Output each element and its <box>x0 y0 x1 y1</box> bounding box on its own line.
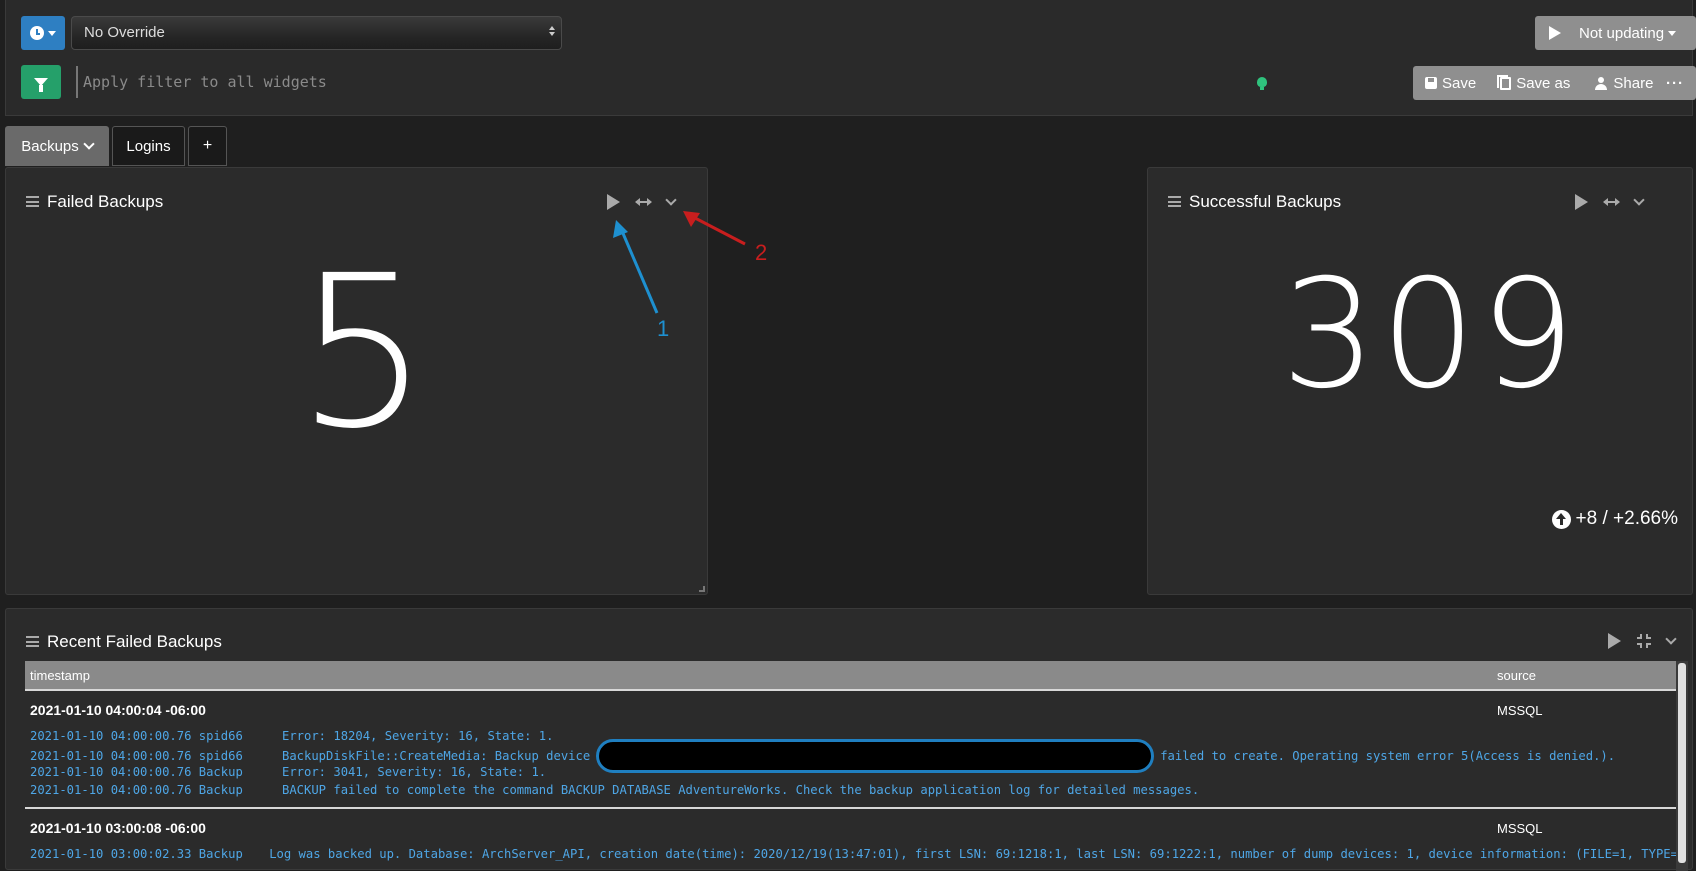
column-header-timestamp[interactable]: timestamp <box>30 668 90 683</box>
filter-placeholder: Apply filter to all widgets <box>83 73 327 91</box>
tab-label: Logins <box>126 137 171 155</box>
play-icon[interactable] <box>1575 194 1588 210</box>
widget-title: Successful Backups <box>1189 192 1342 211</box>
save-label: Save <box>1442 74 1477 92</box>
log-line-message: Log was backed up. Database: ArchServer_… <box>269 847 1678 861</box>
log-line: 2021-01-10 04:00:00.76 Backup BACKUP fai… <box>25 783 1678 801</box>
time-override-select[interactable]: No Override <box>71 16 562 50</box>
add-user-icon <box>1594 76 1608 90</box>
select-arrows-icon <box>549 26 555 36</box>
log-line: 2021-01-10 04:00:00.76 spid66 BackupDisk… <box>25 739 1678 773</box>
metric-value: 5 <box>296 230 430 475</box>
table-row[interactable]: 2021-01-10 03:00:08 -06:00 MSSQL 2021-01… <box>25 809 1678 865</box>
widget-title: Recent Failed Backups <box>47 632 222 651</box>
arrow-2-label: 2 <box>755 240 768 265</box>
save-button[interactable]: Save <box>1413 66 1488 100</box>
top-toolbar: No Override Not updating Apply filter to… <box>5 0 1696 116</box>
log-line-message: Error: 3041, Severity: 16, State: 1. <box>282 765 547 779</box>
row-source: MSSQL <box>1497 703 1543 718</box>
row-timestamp: 2021-01-10 04:00:04 -06:00 <box>30 702 206 718</box>
play-icon[interactable] <box>607 194 620 210</box>
widget-tools <box>607 193 677 210</box>
log-line-time: 2021-01-10 04:00:00.76 spid66 <box>30 749 243 763</box>
arrow-1-label: 1 <box>657 316 670 341</box>
clock-icon <box>30 26 44 40</box>
log-line-message: Error: 18204, Severity: 16, State: 1. <box>282 729 554 743</box>
add-tab-button[interactable]: + <box>188 126 227 166</box>
widget-recent-failed-backups: Recent Failed Backups timestamp source 2… <box>5 608 1693 871</box>
row-timestamp: 2021-01-10 03:00:08 -06:00 <box>30 820 206 836</box>
save-as-label: Save as <box>1516 74 1571 92</box>
log-line-time: 2021-01-10 03:00:02.33 Backup <box>30 847 243 861</box>
lightbulb-icon[interactable] <box>1257 77 1267 90</box>
tab-logins[interactable]: Logins <box>112 126 185 166</box>
caret-down-icon <box>1668 30 1677 36</box>
widget-failed-backups: Failed Backups 5 <box>5 167 708 595</box>
expand-horizontal-icon[interactable] <box>635 198 652 206</box>
expand-horizontal-icon[interactable] <box>1603 198 1620 206</box>
trend-value: +8 / +2.66% <box>1575 508 1678 529</box>
widget-tools <box>1575 193 1645 210</box>
save-as-button[interactable]: Save as <box>1488 66 1582 100</box>
refresh-label: Not updating <box>1579 24 1665 42</box>
save-icon <box>1425 77 1437 89</box>
log-line: 2021-01-10 03:00:02.33 Backup Log was ba… <box>25 847 1678 865</box>
chevron-down-icon[interactable] <box>1633 193 1645 206</box>
global-filter-input[interactable]: Apply filter to all widgets <box>76 66 1226 98</box>
share-button[interactable]: Share <box>1582 66 1665 100</box>
copy-icon <box>1497 74 1512 90</box>
chevron-down-icon[interactable] <box>665 193 677 206</box>
table-row[interactable]: 2021-01-10 04:00:04 -06:00 MSSQL 2021-01… <box>25 691 1678 809</box>
widget-title: Failed Backups <box>47 192 164 211</box>
tab-label: Backups <box>21 137 79 155</box>
widget-tools <box>1608 632 1677 649</box>
widget-successful-backups: Successful Backups 309 +8 / +2.66% <box>1147 167 1693 595</box>
chevron-down-icon <box>83 137 95 150</box>
tab-label: + <box>202 137 213 154</box>
log-line-time: 2021-01-10 04:00:00.76 spid66 <box>30 729 243 743</box>
arrow-up-circle-icon <box>1551 509 1571 529</box>
more-options-button[interactable]: ··· <box>1666 75 1696 92</box>
log-line-time: 2021-01-10 04:00:00.76 Backup <box>30 765 243 779</box>
table-header: timestamp source <box>25 661 1678 689</box>
log-line-message-continued: failed to create. Operating system error… <box>1160 749 1616 763</box>
vertical-scrollbar[interactable] <box>1676 661 1688 871</box>
resize-handle-icon[interactable] <box>699 586 705 592</box>
log-line-message: BackupDiskFile::CreateMedia: Backup devi… <box>282 749 591 763</box>
column-header-source[interactable]: source <box>1497 668 1536 683</box>
chevron-down-icon[interactable] <box>1665 632 1677 645</box>
share-label: Share <box>1613 74 1654 92</box>
compress-icon[interactable] <box>1637 634 1651 648</box>
log-line-time: 2021-01-10 04:00:00.76 Backup <box>30 783 243 797</box>
refresh-interval-button[interactable]: Not updating <box>1535 16 1696 50</box>
time-picker-button[interactable] <box>21 16 65 50</box>
play-icon <box>1549 26 1561 40</box>
filter-button[interactable] <box>21 65 61 99</box>
caret-down-icon <box>48 30 56 36</box>
row-source: MSSQL <box>1497 821 1543 836</box>
play-icon[interactable] <box>1608 633 1621 649</box>
time-override-value: No Override <box>84 24 165 41</box>
drag-handle-icon[interactable] <box>26 636 39 647</box>
log-line-message: BACKUP failed to complete the command BA… <box>282 783 1200 797</box>
drag-handle-icon[interactable] <box>1168 196 1181 207</box>
redaction-box <box>596 739 1155 773</box>
drag-handle-icon[interactable] <box>26 196 39 207</box>
filter-icon <box>34 78 48 92</box>
trend-indicator: +8 / +2.66% <box>1551 508 1678 530</box>
log-table: timestamp source 2021-01-10 04:00:04 -06… <box>25 661 1678 865</box>
metric-value: 309 <box>1281 248 1580 422</box>
dashboard-actions: Save Save as Share ··· <box>1413 66 1696 100</box>
tab-backups[interactable]: Backups <box>5 126 109 166</box>
